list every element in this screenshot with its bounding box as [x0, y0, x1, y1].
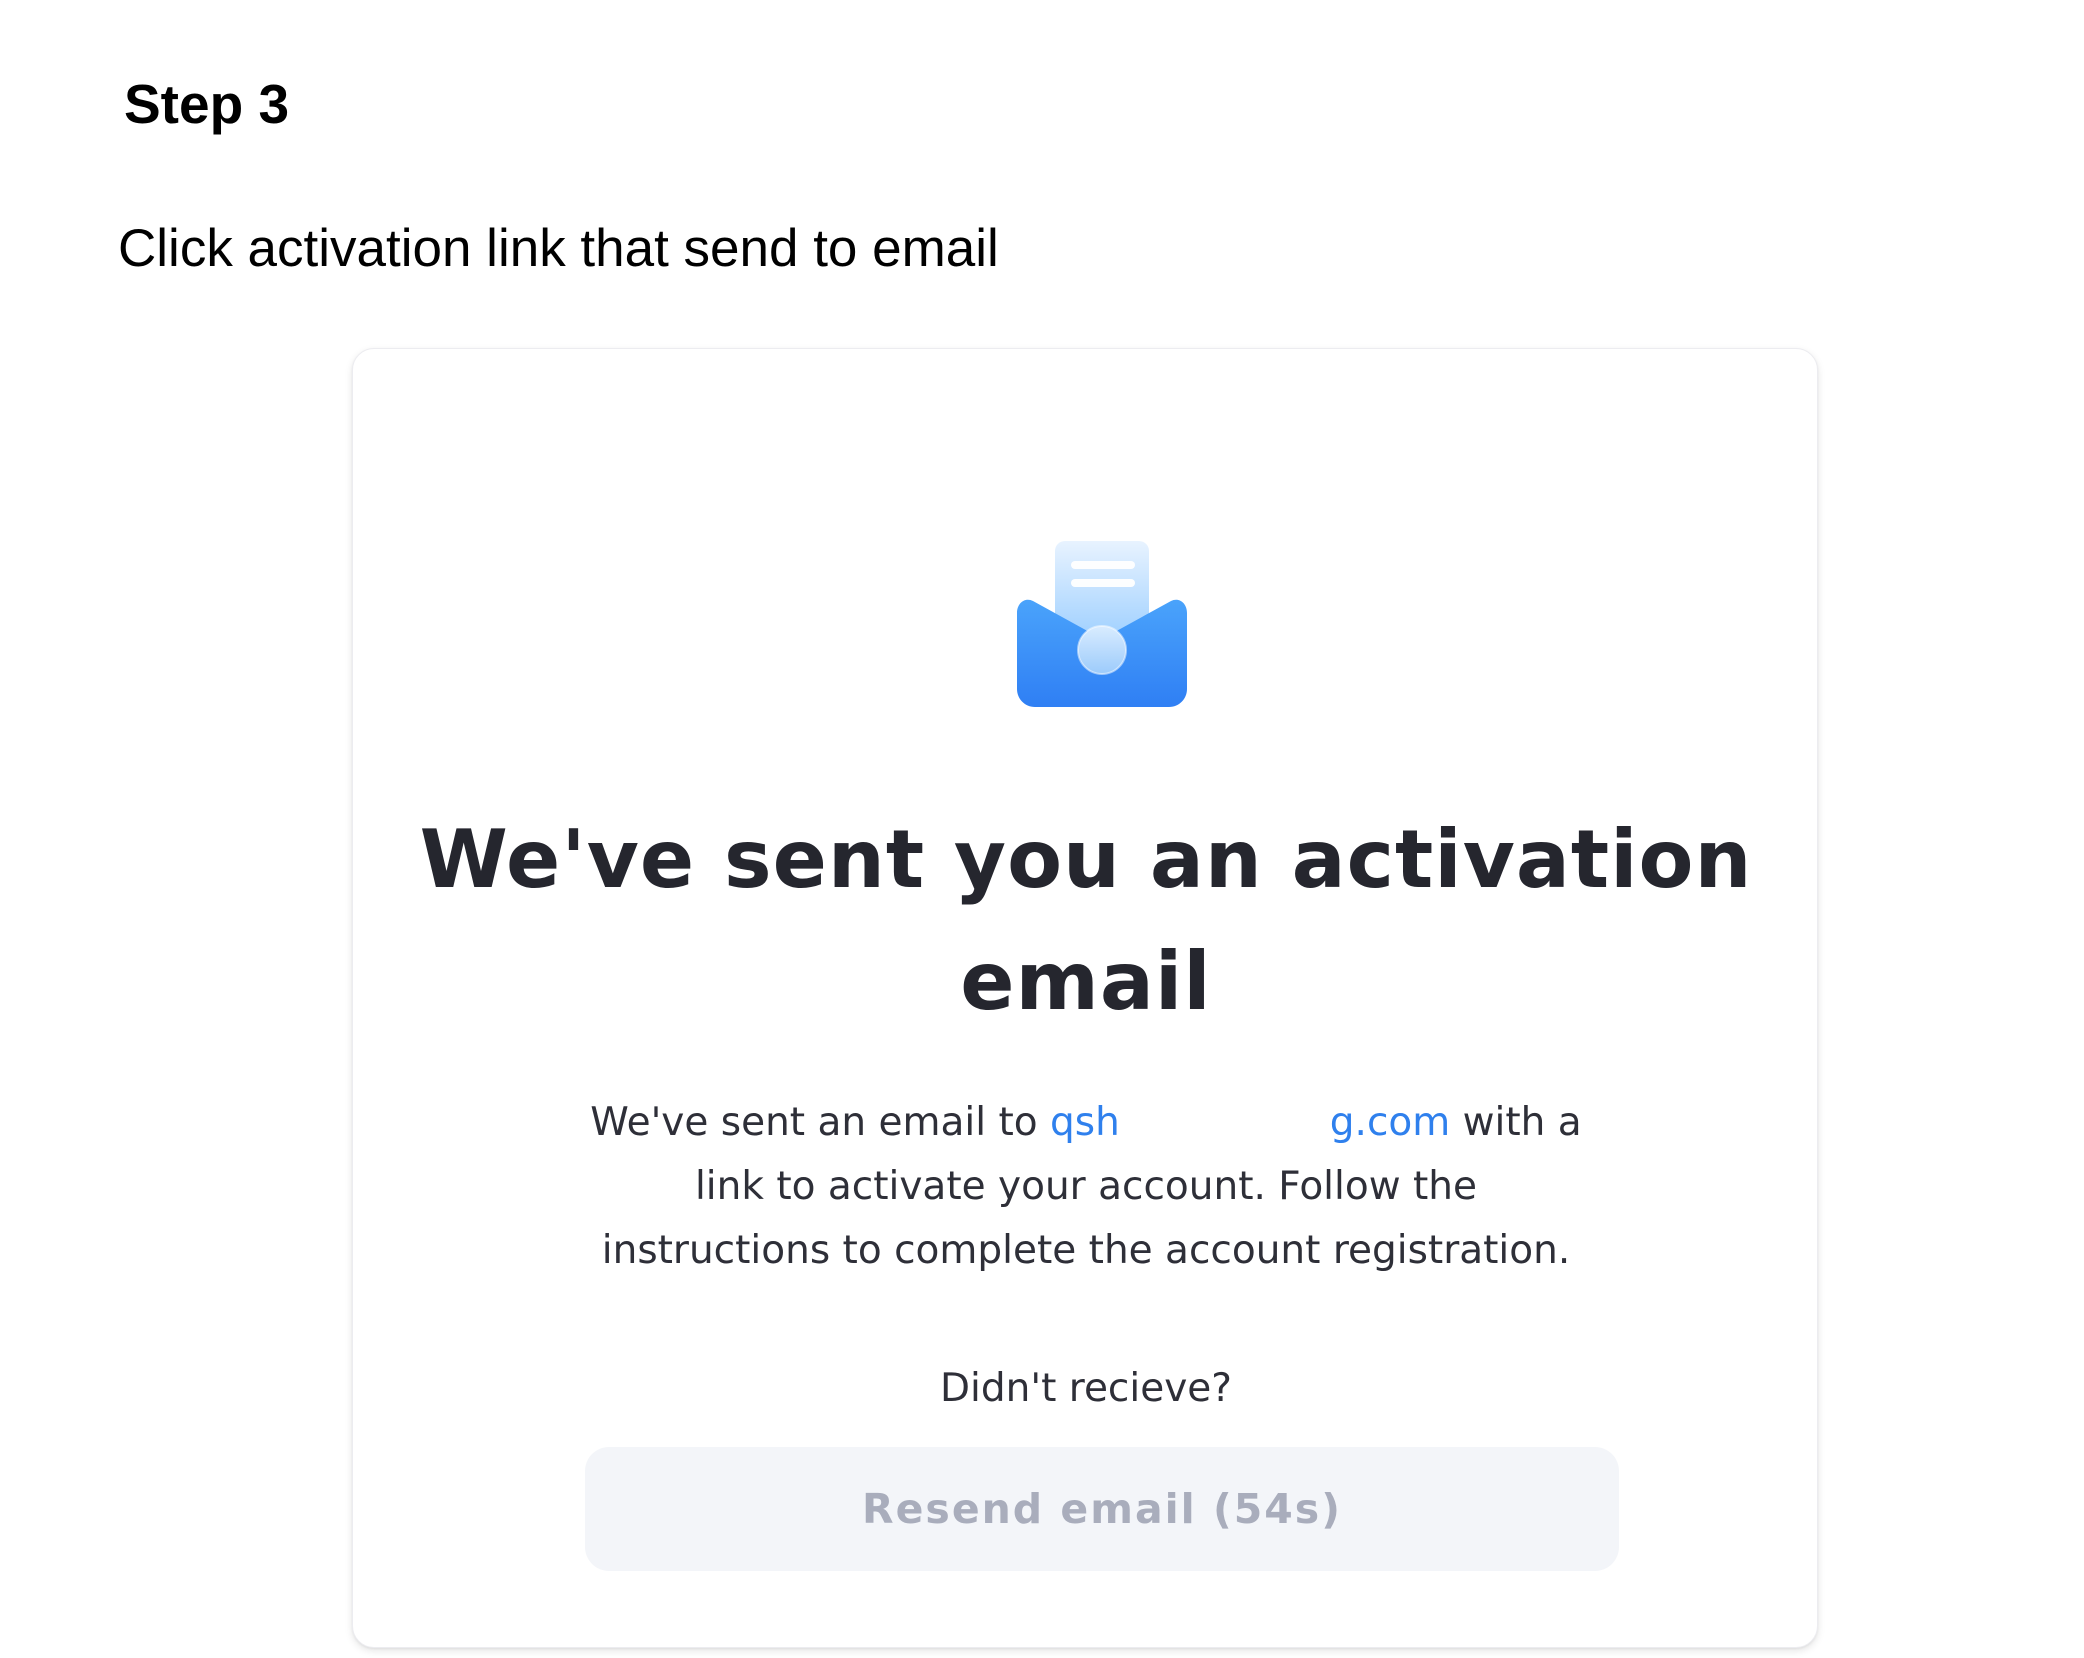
- card-title: We've sent you an activation email: [353, 799, 1819, 1043]
- email-end: g.com: [1329, 1100, 1451, 1145]
- email-link[interactable]: qsh g.com: [1050, 1100, 1450, 1145]
- didnt-receive-text: Didn't recieve?: [940, 1366, 1232, 1411]
- card-title-text: We've sent you an activation email: [419, 813, 1753, 1028]
- step-description: Click activation link that send to email: [118, 219, 999, 278]
- step-title: Step 3: [124, 73, 290, 135]
- activation-card: We've sent you an activation email We've…: [352, 348, 1818, 1648]
- open-mail-icon: [1017, 541, 1187, 707]
- resend-email-button[interactable]: Resend email (54s): [585, 1447, 1619, 1571]
- email-start: qsh: [1050, 1100, 1120, 1145]
- body-prefix: We've sent an email to: [590, 1100, 1050, 1145]
- card-body: We've sent an email to qsh g.com with a l…: [577, 1091, 1595, 1283]
